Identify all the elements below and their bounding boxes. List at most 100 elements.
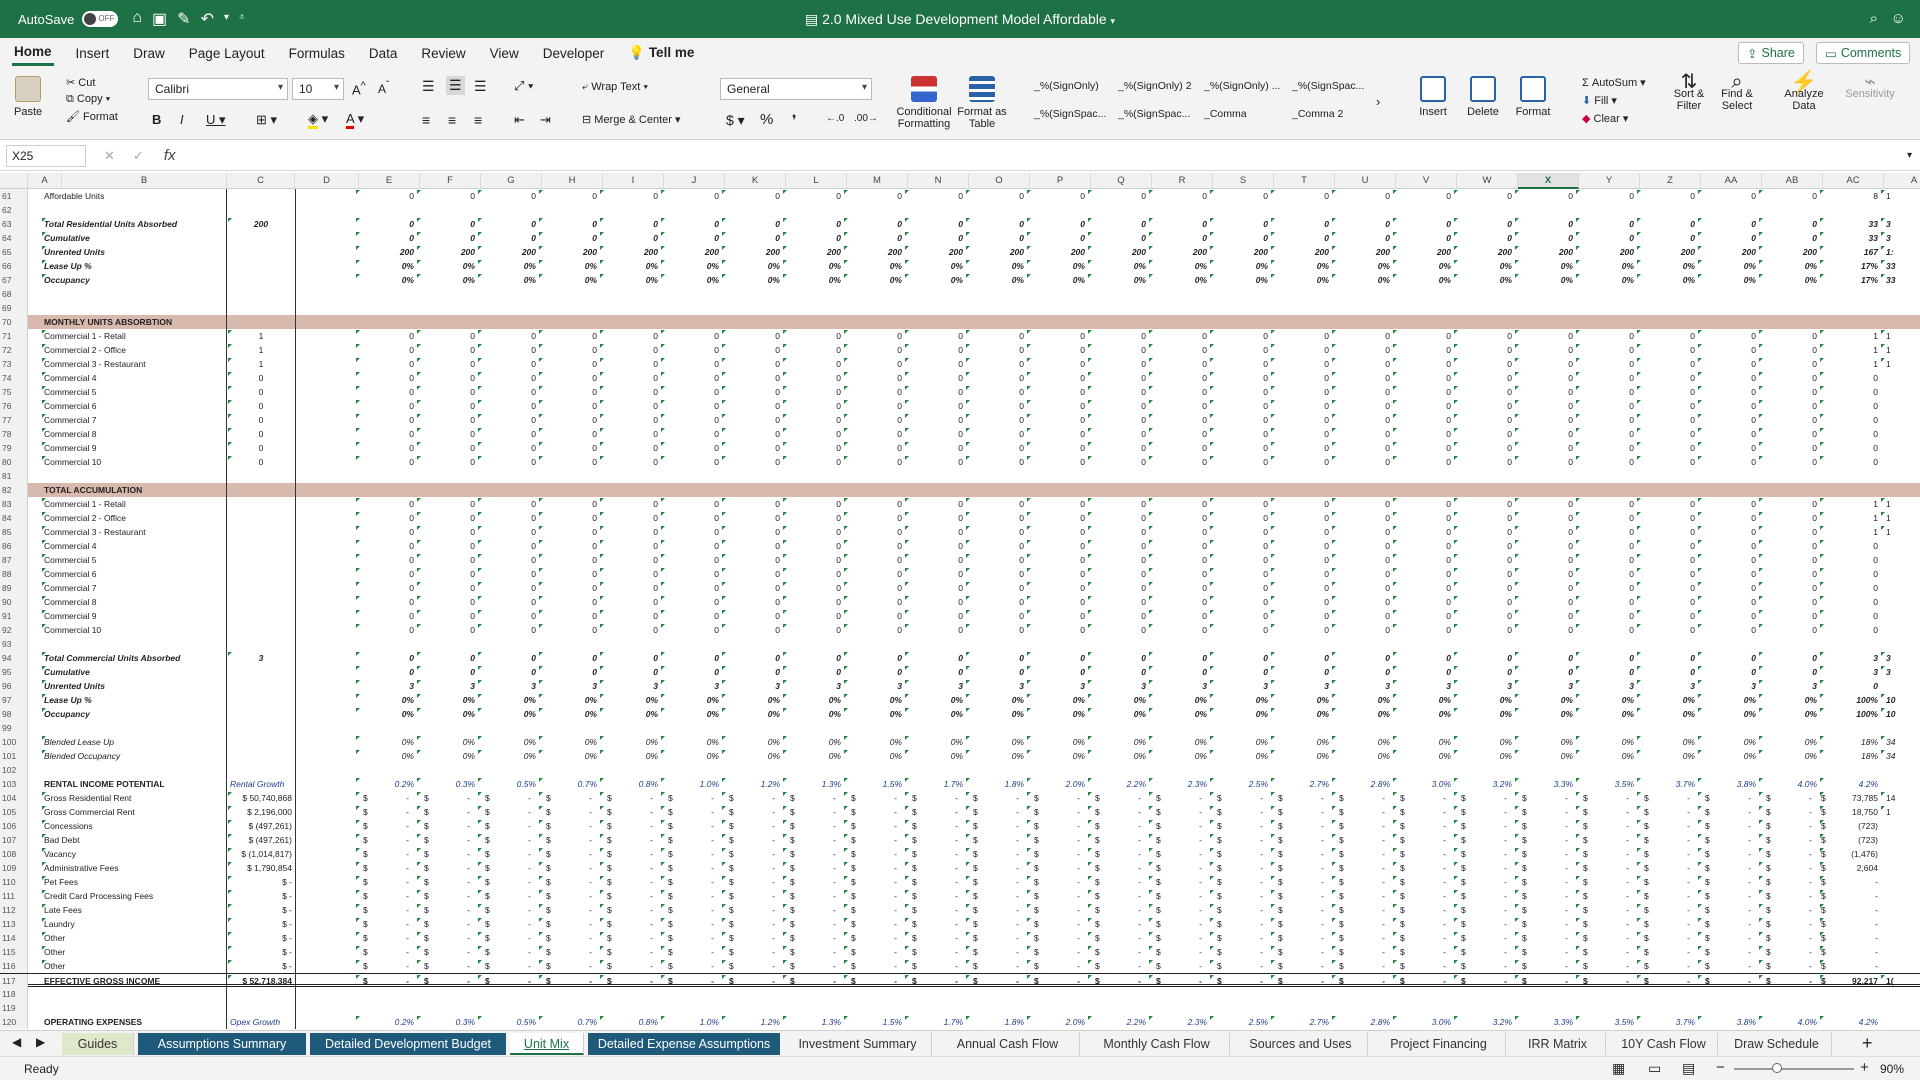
data-cell[interactable]: 0.5% [481, 777, 536, 791]
data-cell[interactable]: 0 [1640, 595, 1695, 609]
row-number[interactable]: 120 [0, 1015, 28, 1029]
row-label[interactable]: Concessions [44, 819, 224, 833]
data-cell[interactable]: 0 [1213, 623, 1268, 637]
data-cell[interactable]: 0% [1701, 749, 1756, 763]
data-cell[interactable]: 0 [664, 399, 719, 413]
data-cell[interactable]: 0 [786, 217, 841, 231]
data-cell[interactable]: 0 [1579, 427, 1634, 441]
data-cell[interactable]: 0 [1640, 217, 1695, 231]
data-cell[interactable]: 0 [1335, 511, 1390, 525]
data-cell[interactable]: 0 [420, 511, 475, 525]
data-cell[interactable]: 0 [1396, 511, 1451, 525]
data-cell[interactable]: 3 [1274, 679, 1329, 693]
data-cell[interactable]: 0% [1762, 707, 1817, 721]
data-cell[interactable]: 0 [908, 441, 963, 455]
data-cell[interactable]: 2.3% [1152, 1015, 1207, 1029]
row-number[interactable]: 72 [0, 343, 28, 357]
zoom-in-icon[interactable]: + [1860, 1059, 1869, 1076]
confirm-icon[interactable]: ✓ [133, 148, 144, 164]
wrap-text-button[interactable]: ⤶ Wrap Text ▾ [582, 81, 648, 94]
data-cell[interactable]: 0 [1213, 455, 1268, 469]
row-label[interactable]: Unrented Units [44, 245, 224, 259]
autosave[interactable]: AutoSave OFF [18, 11, 119, 27]
data-cell[interactable]: 0 [969, 497, 1024, 511]
row-number[interactable]: 84 [0, 511, 28, 525]
data-cell[interactable]: 0 [908, 371, 963, 385]
data-cell[interactable]: 0 [359, 371, 414, 385]
data-cell[interactable]: 1.2% [725, 1015, 780, 1029]
format-as-table-button[interactable]: Format as Table [956, 76, 1008, 130]
data-cell[interactable]: 0 [1030, 455, 1085, 469]
data-cell[interactable]: 0 [847, 385, 902, 399]
data-cell[interactable]: 0 [1213, 581, 1268, 595]
italic-button[interactable]: I [180, 112, 184, 127]
data-cell[interactable]: 10 [1886, 693, 1906, 707]
data-cell[interactable]: 200 [969, 245, 1024, 259]
data-cell[interactable]: 0 [725, 413, 780, 427]
data-cell[interactable]: 0 [1701, 413, 1756, 427]
data-cell[interactable]: 0 [1518, 371, 1573, 385]
data-cell[interactable]: 0% [908, 259, 963, 273]
data-cell[interactable]: 0 [725, 581, 780, 595]
data-cell[interactable]: 0% [1152, 273, 1207, 287]
data-cell[interactable]: 0 [1518, 399, 1573, 413]
data-cell[interactable]: 0 [1640, 329, 1695, 343]
data-cell[interactable]: 0 [542, 357, 597, 371]
data-cell[interactable]: 0 [969, 371, 1024, 385]
data-cell[interactable]: 0 [1762, 665, 1817, 679]
data-cell[interactable]: 0 [1701, 497, 1756, 511]
row-number[interactable]: 86 [0, 539, 28, 553]
data-cell[interactable]: 0 [969, 385, 1024, 399]
data-cell[interactable]: 0 [1518, 665, 1573, 679]
data-cell[interactable]: 0 [1396, 343, 1451, 357]
row-label[interactable]: Occupancy [44, 707, 224, 721]
data-cell[interactable]: - [1823, 889, 1878, 903]
data-cell[interactable]: 0 [603, 441, 658, 455]
data-cell[interactable]: 0 [481, 525, 536, 539]
data-cell[interactable]: 0 [725, 371, 780, 385]
paste-button[interactable]: Paste [14, 76, 42, 118]
data-cell[interactable]: 0 [847, 343, 902, 357]
data-cell[interactable]: 0% [1274, 749, 1329, 763]
data-cell[interactable]: 1 [1886, 511, 1906, 525]
grow-font-icon[interactable]: A^ [352, 80, 366, 97]
data-cell[interactable]: 0 [1640, 623, 1695, 637]
data-cell[interactable]: 0 [1579, 665, 1634, 679]
column-header[interactable]: Y [1579, 173, 1640, 189]
data-cell[interactable]: 0 [1457, 413, 1512, 427]
data-cell[interactable]: 0 [1335, 567, 1390, 581]
data-cell[interactable]: 0 [1091, 581, 1146, 595]
data-cell[interactable]: 0 [1030, 441, 1085, 455]
data-cell[interactable]: 0% [359, 707, 414, 721]
data-cell[interactable]: 0 [1152, 217, 1207, 231]
data-cell[interactable]: 0 [1091, 511, 1146, 525]
column-header[interactable]: M [847, 173, 908, 189]
data-cell[interactable]: 0 [1091, 665, 1146, 679]
column-header[interactable]: E [359, 173, 420, 189]
data-cell[interactable]: 0 [1091, 231, 1146, 245]
zoom-slider[interactable] [1734, 1068, 1854, 1070]
data-cell[interactable]: 0% [1213, 735, 1268, 749]
data-cell[interactable]: 0 [1823, 595, 1878, 609]
data-cell[interactable]: 0 [1030, 189, 1085, 203]
data-cell[interactable]: 0% [664, 259, 719, 273]
row-label[interactable]: Cumulative [44, 665, 224, 679]
data-cell[interactable]: 0 [1213, 371, 1268, 385]
data-cell[interactable]: 0 [1762, 427, 1817, 441]
cell-style-item[interactable]: _Comma [1204, 108, 1247, 120]
data-cell[interactable]: 0 [847, 329, 902, 343]
row-label[interactable]: Commercial 8 [44, 427, 224, 441]
column-header[interactable]: H [542, 173, 603, 189]
data-cell[interactable]: 0 [1579, 371, 1634, 385]
data-cell[interactable]: 0 [1579, 385, 1634, 399]
row-number[interactable]: 98 [0, 707, 28, 721]
data-cell[interactable]: 100% [1823, 693, 1878, 707]
prev-sheet-icon[interactable]: ◀ [12, 1035, 21, 1049]
data-cell[interactable]: 0 [1640, 385, 1695, 399]
data-cell[interactable]: 0 [481, 609, 536, 623]
data-cell[interactable]: 0 [542, 343, 597, 357]
data-cell[interactable]: 0 [1457, 455, 1512, 469]
cell-style-item[interactable]: _%(SignOnly) [1034, 80, 1099, 92]
data-cell[interactable]: 0.7% [542, 777, 597, 791]
data-cell[interactable]: 3 [847, 679, 902, 693]
